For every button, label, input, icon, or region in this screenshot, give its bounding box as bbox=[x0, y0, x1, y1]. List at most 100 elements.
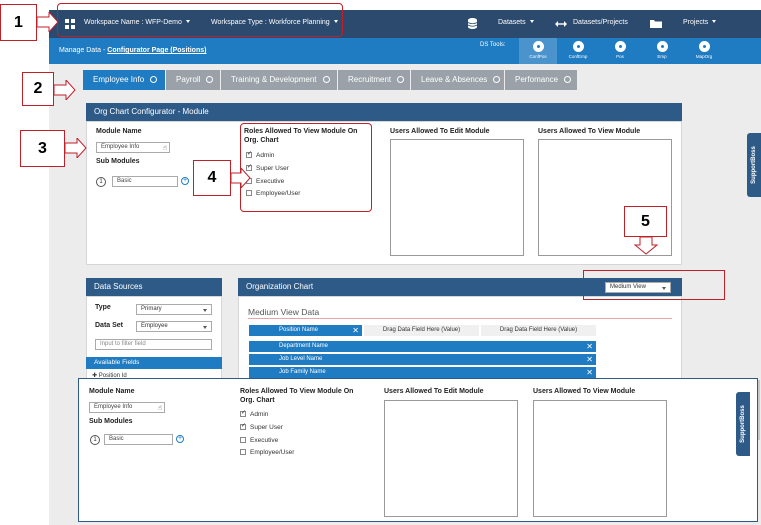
callout-arrow-1 bbox=[37, 12, 59, 32]
chevron-down-icon bbox=[203, 309, 207, 312]
slot-label: Job Level Name bbox=[279, 356, 323, 362]
callout-number: 1 bbox=[14, 14, 23, 31]
view-data-title: Medium View Data bbox=[248, 307, 320, 317]
projects-label: Projects bbox=[683, 19, 709, 26]
filter-placeholder: Input to filter field bbox=[100, 341, 146, 347]
configurator-header: Org Chart Configurator - Module bbox=[86, 103, 682, 121]
callout-5: 5 bbox=[624, 206, 667, 237]
conf-pos-icon bbox=[532, 41, 544, 52]
checkbox-icon bbox=[240, 422, 246, 430]
map-org-icon bbox=[698, 41, 710, 52]
slot-label: Position Name bbox=[279, 327, 319, 333]
available-fields-label: Available Fields bbox=[94, 359, 140, 366]
overlay-view-users-list[interactable] bbox=[533, 400, 667, 517]
tab-label: Leave & Absences bbox=[421, 75, 488, 84]
chevron-down-icon bbox=[712, 20, 717, 23]
overlay-module-name-field[interactable]: Employee Info ☝ bbox=[89, 402, 165, 413]
tool-pos[interactable]: Pos bbox=[601, 38, 639, 64]
type-label: Type bbox=[95, 304, 111, 311]
overlay-sub-modules-label: Sub Modules bbox=[89, 418, 133, 425]
annotation-box-view-select bbox=[583, 270, 725, 300]
view-data-divider bbox=[248, 318, 672, 319]
filter-field-input[interactable]: Input to filter field bbox=[95, 339, 212, 350]
checkbox-icon bbox=[240, 409, 246, 417]
overlay-role-employee-user-checkbox[interactable]: Employee/User bbox=[240, 449, 294, 456]
sub-navigation-bar: Manage Data - Configurator Page (Positio… bbox=[49, 38, 761, 64]
close-icon[interactable]: ✕ bbox=[586, 341, 593, 352]
breadcrumb-current[interactable]: Configurator Page (Positions) bbox=[107, 47, 206, 54]
tab-training-development[interactable]: Training & Development bbox=[221, 70, 337, 90]
close-icon[interactable]: ✕ bbox=[352, 325, 359, 336]
breadcrumb-separator: - bbox=[102, 47, 106, 54]
tab-icon bbox=[493, 76, 501, 83]
sub-module-index: 1 bbox=[96, 177, 106, 187]
support-boss-label: SupportBoss bbox=[740, 405, 746, 443]
support-boss-tab[interactable]: SupportBoss bbox=[747, 133, 761, 197]
field-slot-job-family-name[interactable]: Job Family Name ✕ bbox=[249, 367, 596, 378]
conf-emp-icon bbox=[572, 41, 584, 52]
dataset-value: Employee bbox=[141, 323, 168, 329]
tool-conf-emp[interactable]: ConfEmp bbox=[559, 38, 597, 64]
tab-label: Payroll bbox=[176, 75, 201, 84]
drag-value-slot-1[interactable]: Drag Data Field Here (Value) bbox=[364, 325, 479, 336]
overlay-role-executive-checkbox[interactable]: Executive bbox=[240, 437, 278, 444]
edit-users-list[interactable] bbox=[390, 139, 524, 256]
org-chart-title: Organization Chart bbox=[246, 282, 314, 291]
module-name-value: Employee Info bbox=[101, 144, 140, 150]
tab-label: Employee Info bbox=[93, 75, 145, 84]
role-label: Admin bbox=[250, 411, 269, 418]
tab-payroll[interactable]: Payroll bbox=[166, 70, 220, 90]
available-fields-header: Available Fields bbox=[86, 357, 222, 369]
drag-value-slot-2[interactable]: Drag Data Field Here (Value) bbox=[481, 325, 596, 336]
callout-arrow-2 bbox=[54, 80, 76, 100]
close-icon[interactable]: ✕ bbox=[586, 354, 593, 365]
overlay-add-sub-module-icon[interactable]: + bbox=[176, 435, 184, 443]
overlay-module-name-label: Module Name bbox=[89, 388, 135, 395]
tab-leave-absences[interactable]: Leave & Absences bbox=[411, 70, 504, 90]
tab-icon bbox=[397, 76, 405, 83]
sub-module-value: Basic bbox=[109, 436, 124, 442]
overlay-role-admin-checkbox[interactable]: Admin bbox=[240, 409, 269, 418]
arrows-horizontal-icon bbox=[555, 21, 567, 29]
callout-arrow-4 bbox=[231, 168, 251, 188]
breadcrumb-root[interactable]: Manage Data bbox=[59, 47, 101, 54]
tab-recruitment[interactable]: Recruitment bbox=[338, 70, 410, 90]
callout-number: 5 bbox=[641, 213, 650, 230]
pos-icon bbox=[614, 41, 626, 52]
tab-label: Perfomance bbox=[515, 75, 559, 84]
tool-label: Pos bbox=[616, 54, 624, 59]
projects-dropdown[interactable]: Projects bbox=[683, 19, 717, 26]
sub-module-field[interactable]: Basic bbox=[112, 176, 178, 187]
tab-employee-info[interactable]: Employee Info bbox=[83, 70, 165, 90]
overlay-roles-label-line2: Org. Chart bbox=[240, 397, 275, 404]
tab-performance[interactable]: Perfomance bbox=[505, 70, 577, 90]
support-boss-tab-overlay[interactable]: SupportBoss bbox=[736, 392, 750, 456]
role-label: Employee/User bbox=[250, 449, 295, 456]
tool-conf-pos[interactable]: ConfPos bbox=[519, 38, 557, 64]
type-select[interactable]: Primary bbox=[136, 304, 212, 315]
field-slot-department-name[interactable]: Department Name ✕ bbox=[249, 341, 596, 352]
callout-2: 2 bbox=[22, 72, 54, 106]
callout-number: 3 bbox=[38, 140, 47, 157]
overlay-role-super-user-checkbox[interactable]: Super User bbox=[240, 422, 283, 431]
add-sub-module-icon[interactable]: + bbox=[181, 177, 189, 185]
slot-label: Job Family Name bbox=[279, 369, 326, 375]
tool-map-org[interactable]: MapOrg bbox=[685, 38, 723, 64]
annotation-box-roles bbox=[240, 123, 372, 212]
slot-label: Drag Data Field Here (Value) bbox=[499, 327, 578, 333]
module-name-field[interactable]: Employee Info ☝ bbox=[96, 142, 170, 153]
dataset-select[interactable]: Employee bbox=[136, 321, 212, 332]
tool-label: ConfPos bbox=[529, 54, 547, 59]
overlay-sub-module-field[interactable]: Basic bbox=[104, 434, 173, 445]
field-slot-job-level-name[interactable]: Job Level Name ✕ bbox=[249, 354, 596, 365]
position-name-slot[interactable]: Position Name ✕ bbox=[249, 325, 362, 336]
datasets-dropdown[interactable]: Datasets bbox=[498, 19, 534, 26]
datasets-projects-link[interactable]: Datasets/Projects bbox=[573, 19, 628, 26]
close-icon[interactable]: ✕ bbox=[586, 367, 593, 378]
tab-label: Recruitment bbox=[348, 75, 392, 84]
overlay-edit-users-list[interactable] bbox=[384, 400, 518, 517]
sub-modules-label: Sub Modules bbox=[96, 158, 140, 165]
slot-label: Department Name bbox=[279, 343, 329, 349]
overlay-edit-users-label: Users Allowed To Edit Module bbox=[384, 388, 484, 395]
tool-emp[interactable]: Emp bbox=[643, 38, 681, 64]
